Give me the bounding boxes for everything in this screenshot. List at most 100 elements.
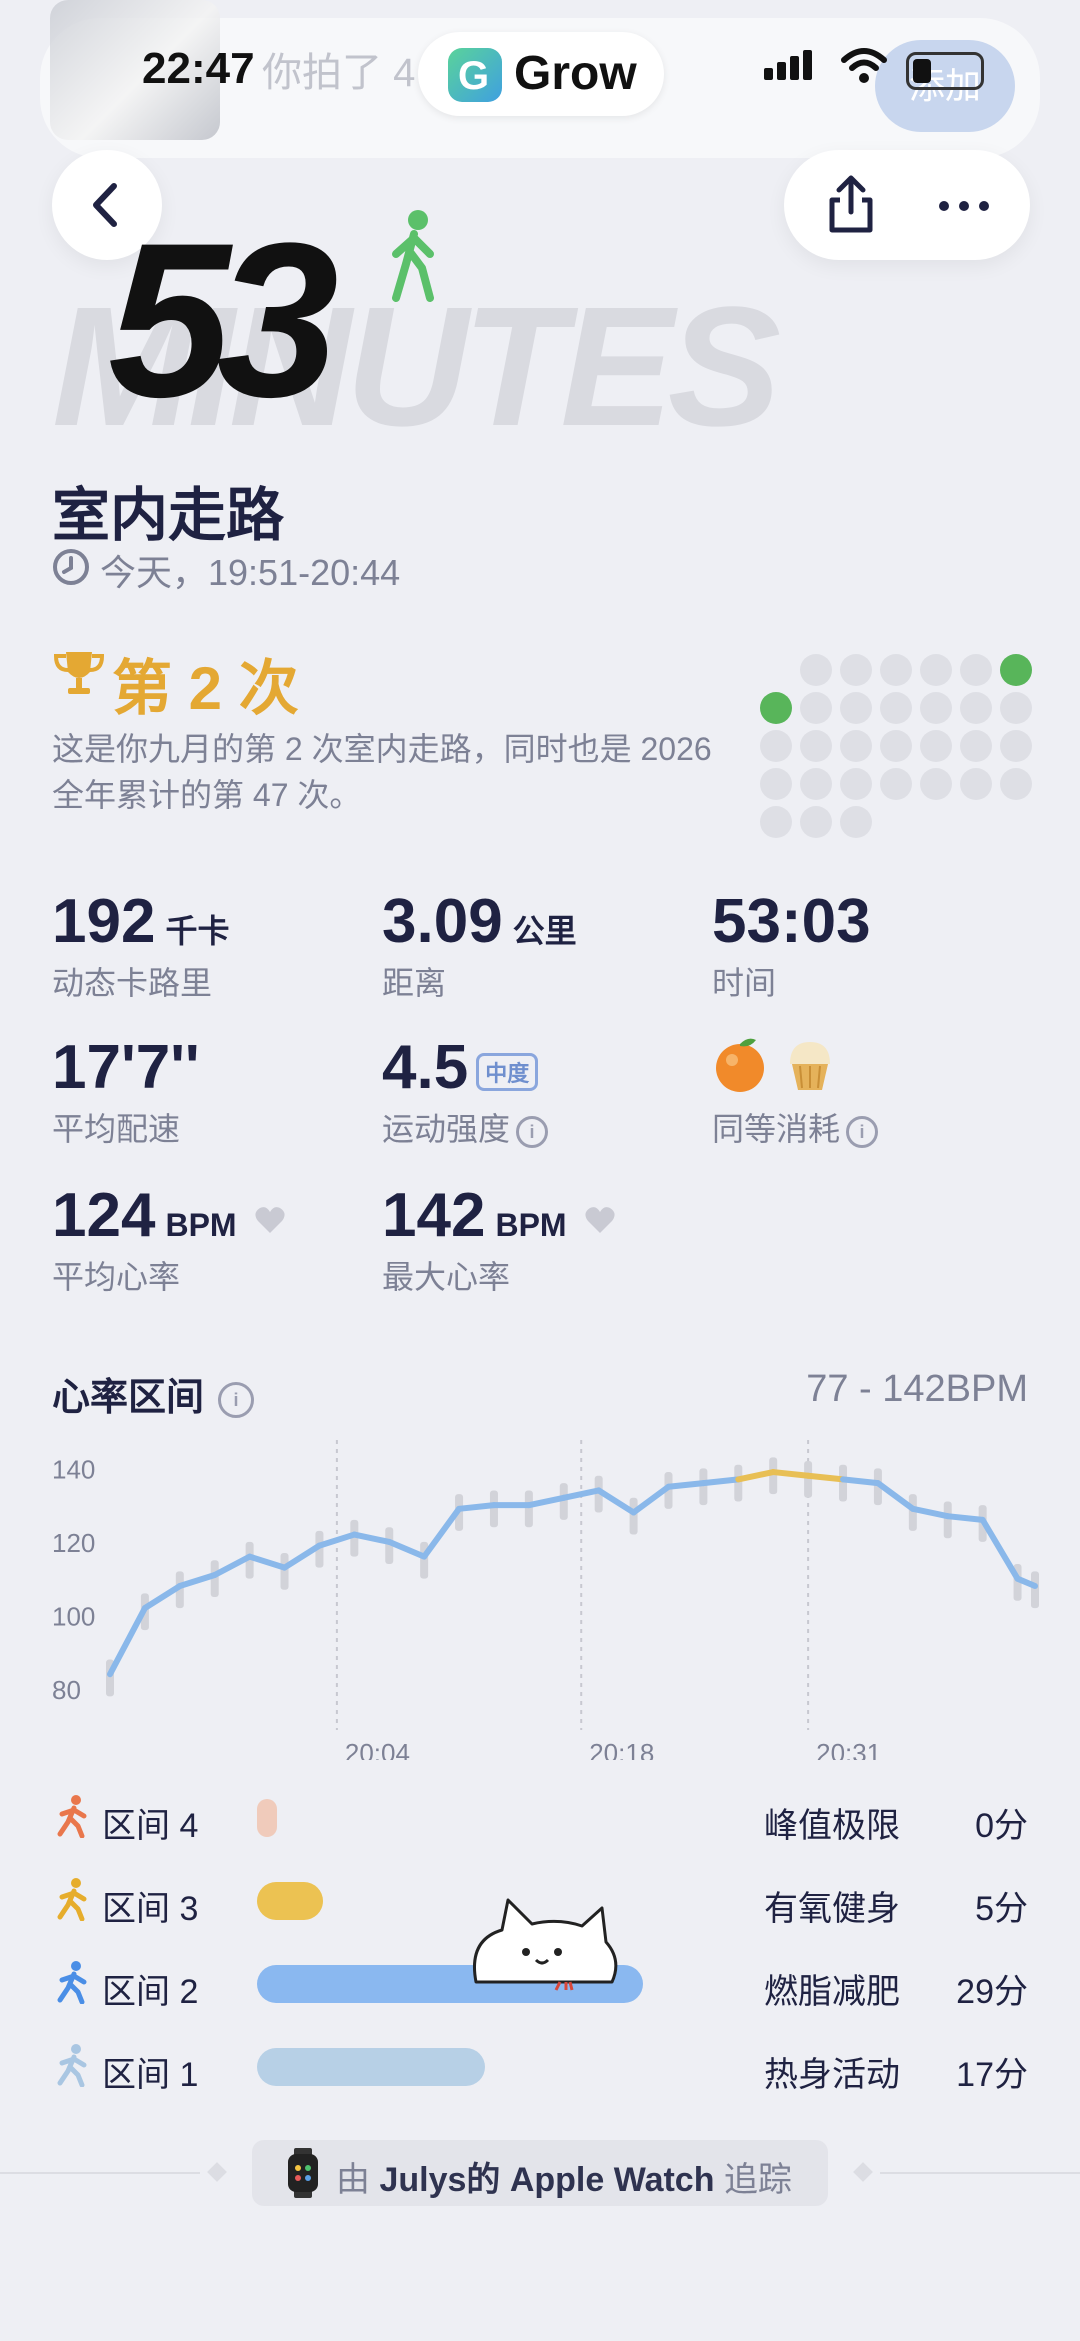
month-dot: [1000, 692, 1032, 724]
intensity-label[interactable]: 运动强度 i: [382, 1104, 549, 1150]
hr-line-segment: [665, 1480, 707, 1490]
clock-icon: [53, 549, 89, 585]
distance-stat: 3.09 公里: [382, 887, 577, 956]
more-icon[interactable]: [934, 186, 994, 226]
zone-label: 区间 1: [102, 2056, 199, 2094]
hr-line-segment: [211, 1553, 253, 1578]
hr-range-band: [420, 1541, 429, 1579]
hr-line-segment: [735, 1469, 777, 1483]
share-icon[interactable]: [814, 168, 888, 242]
month-dot: [840, 692, 872, 724]
month-dot: [840, 768, 872, 800]
x-tick-label: 20:31: [816, 1738, 881, 1760]
zone-minutes: 0分: [975, 1807, 1028, 1845]
trophy-icon: [53, 652, 105, 694]
footer-divider-right: [880, 2172, 1080, 2174]
month-dot: [800, 730, 832, 762]
equivalent-label[interactable]: 同等消耗 i: [712, 1104, 879, 1150]
y-tick-label: 140: [52, 1454, 95, 1484]
battery-icon: [906, 52, 984, 90]
hr-line-segment: [386, 1538, 428, 1560]
avg-hr-label: 平均心率: [52, 1259, 181, 1295]
hr-line-segment: [560, 1487, 602, 1501]
hr-line-segment: [525, 1494, 567, 1509]
month-dot: [920, 692, 952, 724]
y-tick-label: 80: [52, 1675, 81, 1705]
zone-label: 区间 4: [102, 1807, 199, 1845]
intensity-stat: 4.5 中度: [382, 1032, 539, 1103]
hr-range-band: [804, 1461, 813, 1498]
month-dot: [760, 806, 792, 838]
hr-line-segment: [141, 1583, 183, 1612]
zone-label: 区间 2: [102, 1973, 199, 2011]
hr-line-segment: [909, 1505, 951, 1520]
diamond-ornament: [207, 2162, 227, 2182]
hr-range-band: [839, 1464, 848, 1502]
notification-text: 你拍了 4: [262, 51, 416, 95]
hr-line-segment: [351, 1531, 393, 1545]
app-pill-label: Grow: [514, 47, 637, 100]
month-dot: [960, 768, 992, 800]
status-time: 22:47: [142, 44, 255, 93]
intensity-badge: 中度: [476, 1052, 539, 1091]
zone-label: 区间 3: [102, 1890, 199, 1928]
hr-line-segment: [281, 1542, 323, 1571]
duration-stat: 53:03: [712, 887, 871, 956]
hr-range-band: [524, 1490, 533, 1528]
month-dot: [800, 654, 832, 686]
zone-minutes: 5分: [975, 1890, 1028, 1928]
app-pill[interactable]: G Grow: [418, 32, 664, 116]
tracked-by-text: 由 Julys的 Apple Watch 追踪: [336, 2161, 792, 2199]
hr-line-segment: [630, 1483, 672, 1516]
zone-name: 峰值极限: [764, 1807, 900, 1845]
y-tick-label: 120: [52, 1528, 95, 1558]
hr-line-segment: [421, 1505, 463, 1560]
hr-line-segment: [456, 1502, 497, 1512]
zone-bar: [257, 1882, 323, 1920]
zone-name: 热身活动: [764, 2056, 900, 2094]
zone-bar: [257, 2048, 485, 2086]
month-dot: [960, 692, 992, 724]
month-dot: [920, 768, 952, 800]
hr-range-band: [489, 1490, 498, 1528]
heart-icon: [585, 1206, 615, 1233]
heart-rate-section-title[interactable]: 心率区间 i: [52, 1366, 255, 1421]
cupcake-icon: [790, 1042, 831, 1090]
hr-range-band: [943, 1501, 952, 1539]
zone-minutes: 29分: [956, 1973, 1028, 2011]
month-dot: [880, 654, 912, 686]
hr-range-band: [908, 1494, 917, 1531]
x-tick-label: 20:04: [345, 1738, 410, 1760]
month-dot: [960, 654, 992, 686]
calories-label: 动态卡路里: [52, 965, 213, 1001]
footer-divider-left: [0, 2172, 200, 2174]
hr-line-segment: [595, 1487, 637, 1516]
hr-line-segment: [316, 1531, 358, 1549]
running-person-icon: [57, 1795, 87, 1838]
month-dot: [1000, 730, 1032, 762]
hr-line-segment: [944, 1513, 986, 1523]
heart-icon: [255, 1206, 285, 1233]
duration-minutes: 53: [108, 197, 339, 443]
hr-range-band: [699, 1468, 708, 1506]
month-dot: [800, 768, 832, 800]
orange-icon: [716, 1038, 764, 1092]
zone-bar: [257, 1799, 277, 1837]
hr-range-band: [734, 1464, 743, 1502]
hr-line-segment: [979, 1516, 1021, 1582]
hr-line-segment: [176, 1572, 218, 1590]
signal-icon: [764, 50, 816, 80]
running-person-icon: [57, 1878, 87, 1921]
calories-stat: 192 千卡: [52, 887, 230, 956]
info-icon: i: [218, 1381, 255, 1418]
heart-rate-chart: 140 120 100 80 20:04 20:18 20:31: [52, 1440, 1039, 1760]
max-hr-stat: 142 BPM: [382, 1180, 616, 1251]
rank-title: 第 2 次: [112, 655, 299, 722]
month-dot: [920, 730, 952, 762]
month-dot: [880, 692, 912, 724]
walking-person-icon: [392, 210, 434, 302]
hr-range-band: [629, 1497, 638, 1535]
diamond-ornament: [853, 2162, 873, 2182]
hr-range-band: [769, 1457, 778, 1495]
walking-person-icon: [57, 2044, 87, 2087]
